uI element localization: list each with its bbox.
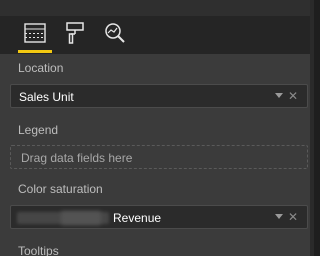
format-paint-icon [65,21,85,49]
legend-label: Legend [18,123,59,137]
format-tab[interactable] [62,21,88,49]
location-field-value: Sales Unit [19,90,74,104]
legend-drop-zone[interactable]: Drag data fields here [10,145,308,169]
close-icon[interactable]: ✕ [287,89,299,103]
color-saturation-label: Color saturation [18,182,103,196]
analytics-icon [104,22,126,49]
location-field-well[interactable]: Sales Unit ✕ [10,84,308,108]
color-saturation-field-well[interactable]: Revenue ✕ [10,205,308,229]
tooltips-label: Tooltips [18,244,59,256]
close-icon[interactable]: ✕ [287,210,299,224]
legend-placeholder: Drag data fields here [21,151,133,165]
fields-icon [24,22,46,48]
chevron-down-icon[interactable] [275,214,283,219]
fields-tab[interactable] [18,22,52,53]
redacted-text [61,211,101,225]
pane-header-strip [0,0,310,16]
chevron-down-icon[interactable] [275,93,283,98]
color-saturation-field-value: Revenue [113,211,162,225]
location-label: Location [18,61,64,75]
visualizations-pane: Location Sales Unit ✕ Legend Drag data f… [0,0,310,256]
pane-toolbar [0,16,310,54]
analytics-tab[interactable] [102,22,128,48]
pane-border [310,0,314,256]
